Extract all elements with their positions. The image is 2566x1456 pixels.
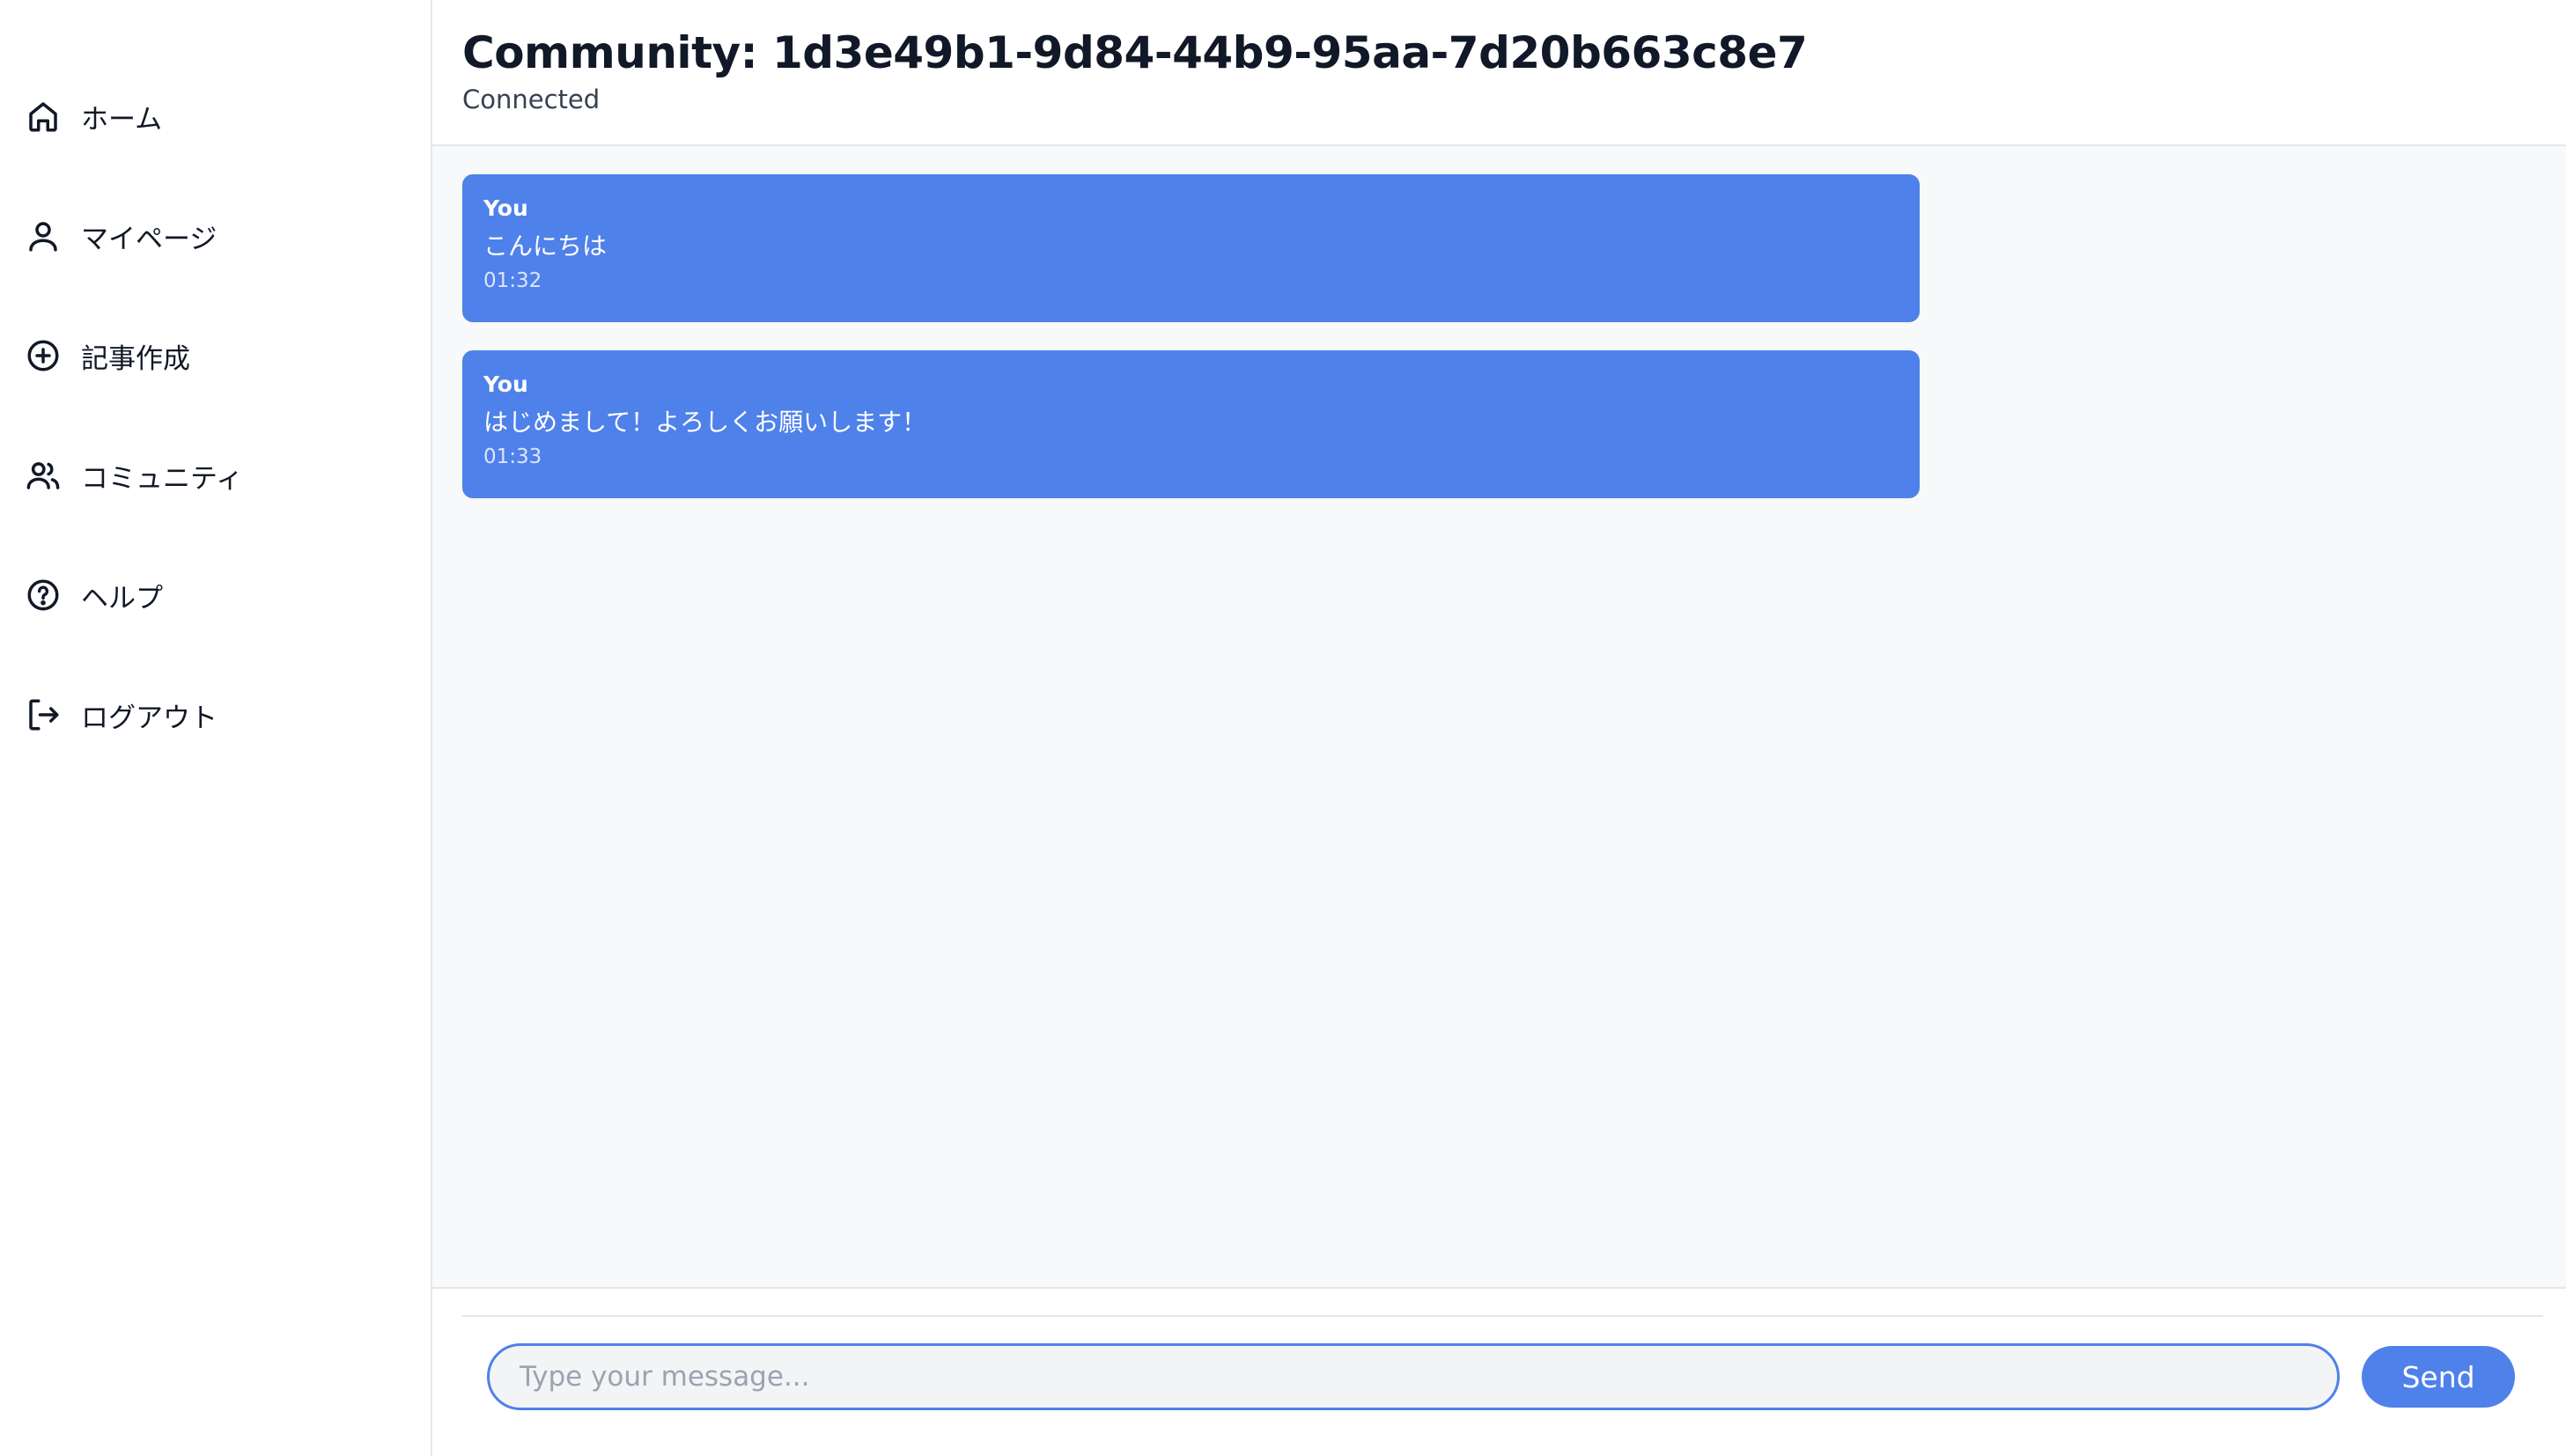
- message-list: You こんにちは 01:32 You はじめまして！よろしくお願いします！ 0…: [432, 146, 2566, 1287]
- message-sender: You: [483, 195, 528, 221]
- user-icon: [25, 217, 62, 254]
- sidebar-item-label: コミュニティ: [81, 462, 244, 495]
- sidebar-item-home[interactable]: ホーム: [0, 81, 431, 151]
- message-sender: You: [483, 371, 528, 397]
- sidebar-item-label: 記事作成: [81, 342, 190, 375]
- message-bubble: You はじめまして！よろしくお願いします！ 01:33: [462, 350, 1920, 498]
- sidebar-item-label: ヘルプ: [81, 582, 163, 614]
- plus-circle-icon: [25, 337, 62, 374]
- sidebar-item-help[interactable]: ヘルプ: [0, 560, 431, 630]
- sidebar-item-label: ホーム: [81, 103, 163, 136]
- home-icon: [25, 98, 62, 135]
- composer-bar: Send: [462, 1315, 2543, 1430]
- message-time: 01:32: [483, 269, 542, 292]
- message-composer: Send: [432, 1287, 2566, 1456]
- message-time: 01:33: [483, 445, 542, 468]
- message-text: はじめまして！よろしくお願いします！: [483, 408, 927, 437]
- main-panel: Community: 1d3e49b1-9d84-44b9-95aa-7d20b…: [432, 0, 2566, 1456]
- send-button[interactable]: Send: [2362, 1346, 2515, 1408]
- message-text: こんにちは: [483, 232, 608, 261]
- sidebar-item-community[interactable]: コミュニティ: [0, 440, 431, 511]
- chat-header: Community: 1d3e49b1-9d84-44b9-95aa-7d20b…: [432, 0, 2566, 146]
- help-circle-icon: [25, 577, 62, 614]
- message-bubble: You こんにちは 01:32: [462, 174, 1920, 322]
- sidebar: ホーム マイページ 記事作成 コミュニティ ヘルプ ログアウト: [0, 0, 432, 1456]
- page-title: Community: 1d3e49b1-9d84-44b9-95aa-7d20b…: [462, 27, 1808, 78]
- connection-status: Connected: [462, 85, 601, 114]
- sidebar-item-mypage[interactable]: マイページ: [0, 201, 431, 271]
- users-icon: [25, 457, 62, 494]
- sidebar-item-logout[interactable]: ログアウト: [0, 680, 431, 750]
- sidebar-item-label: マイページ: [81, 223, 218, 255]
- sidebar-item-label: ログアウト: [81, 702, 218, 734]
- sidebar-item-create-post[interactable]: 記事作成: [0, 320, 431, 391]
- logout-icon: [25, 696, 62, 733]
- app-root: ホーム マイページ 記事作成 コミュニティ ヘルプ ログアウト Communit…: [0, 0, 2566, 1456]
- message-input[interactable]: [487, 1343, 2340, 1410]
